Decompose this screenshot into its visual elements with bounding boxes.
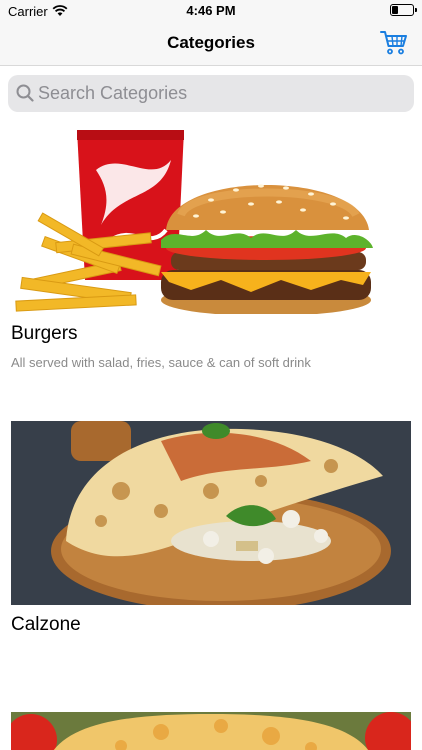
calzone-image (11, 421, 411, 605)
status-bar: Carrier 4:46 PM (0, 0, 422, 22)
category-description: All served with salad, fries, sauce & ca… (11, 355, 311, 370)
category-name: Burgers (11, 323, 78, 344)
cart-button[interactable] (380, 30, 408, 56)
pizza-image (11, 712, 411, 750)
category-name: Calzone (11, 614, 81, 635)
category-item-burgers[interactable]: Burgers All served with salad, fries, sa… (0, 112, 422, 403)
cart-icon (380, 31, 407, 55)
battery-icon (390, 4, 417, 16)
battery-level (392, 6, 398, 14)
page-title: Categories (167, 33, 255, 52)
search-input[interactable] (38, 75, 406, 112)
category-item-calzone[interactable]: Calzone (0, 403, 422, 694)
search-icon (16, 84, 34, 102)
status-time: 4:46 PM (186, 3, 236, 18)
burger-image (11, 130, 411, 314)
search-bar (8, 75, 414, 112)
navigation-bar: Categories (0, 22, 422, 66)
category-item-pizza[interactable] (0, 694, 422, 750)
